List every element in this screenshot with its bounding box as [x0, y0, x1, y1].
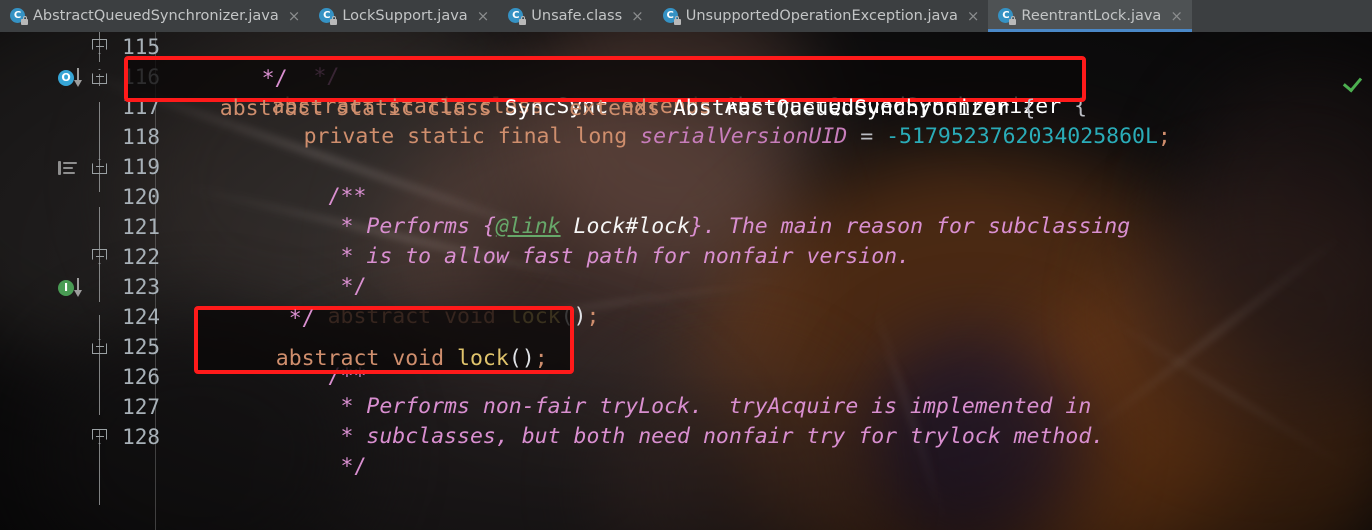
token-keyword-abstract: abstract [275, 346, 380, 371]
lock-icon [1009, 16, 1017, 25]
gutter-row-119[interactable]: 119 [0, 152, 160, 182]
java-class-icon: C [319, 8, 338, 25]
fold-start-marker[interactable] [92, 339, 107, 355]
token-javadoc-end: */ [327, 454, 367, 479]
tab-label: Unsafe.class [531, 8, 623, 24]
fold-end-marker[interactable] [92, 429, 107, 445]
token-keyword-abstract: abstract [219, 96, 324, 121]
close-icon[interactable]: × [1170, 8, 1183, 24]
token-keyword-static: static [323, 96, 414, 121]
token-javadoc-text: * is to allow fast path for nonfair vers… [327, 244, 911, 269]
lock-icon [519, 16, 527, 25]
tab-locksupport[interactable]: C LockSupport.java × [309, 0, 499, 32]
line-number: 126 [122, 365, 160, 389]
token-parentheses: () [508, 346, 535, 371]
implemented-down-icon[interactable]: O [56, 66, 96, 90]
line-number: 119 [122, 155, 160, 179]
token-keyword-private: private [303, 124, 395, 149]
down-arrow-icon [73, 68, 82, 87]
line-number: 123 [122, 275, 160, 299]
tab-label: AbstractQueuedSynchronizer.java [33, 8, 279, 24]
code-line-116-overlay[interactable]: abstract static class Sync extends Abstr… [168, 64, 1036, 121]
line-number: 125 [122, 335, 160, 359]
java-class-icon: C [10, 8, 28, 25]
tab-abstractqueuedsynchronizer[interactable]: C AbstractQueuedSynchronizer.java × [0, 0, 310, 32]
tab-reentrantlock[interactable]: C ReentrantLock.java × [988, 0, 1192, 32]
code-line-122-overlay[interactable]: */ [224, 274, 315, 331]
tab-label: UnsupportedOperationException.java [685, 8, 958, 24]
token-operator-assign: = [847, 124, 887, 149]
token-number-literal: -5179523762034025860L [886, 124, 1158, 149]
line-number: 128 [122, 425, 160, 449]
gutter-row-120[interactable]: 120 [0, 182, 160, 212]
fold-start-marker[interactable] [92, 69, 107, 85]
tab-unsupportedoperationexception[interactable]: C UnsupportedOperationException.java × [652, 0, 989, 32]
line-number: 118 [122, 125, 160, 149]
implemented-marker-badge: O [58, 70, 74, 86]
lock-icon [21, 16, 28, 25]
gutter-row-128[interactable]: 128 [0, 422, 160, 452]
code-line-115-overlay[interactable]: */ [184, 34, 288, 91]
java-class-icon: C [508, 8, 527, 25]
code-line-120[interactable]: * Performs {@link Lock#lock}. The main r… [224, 182, 1131, 239]
tab-label: ReentrantLock.java [1021, 8, 1162, 24]
close-icon[interactable]: × [631, 8, 644, 24]
token-superclass-name: AbstractQueuedSynchronizer [659, 96, 1010, 121]
java-class-icon: C [662, 8, 681, 25]
token-keyword-long: long [562, 124, 628, 149]
close-icon[interactable]: × [967, 8, 980, 24]
line-number: 127 [122, 395, 160, 419]
code-line-121[interactable]: * is to allow fast path for nonfair vers… [224, 212, 911, 269]
line-number: 121 [122, 215, 160, 239]
token-keyword-static: static [394, 124, 485, 149]
tab-unsafe[interactable]: C Unsafe.class × [498, 0, 653, 32]
javadoc-icon[interactable] [58, 161, 78, 175]
gutter-row-126[interactable]: 126 [0, 362, 160, 392]
close-icon[interactable]: × [288, 8, 301, 24]
line-number: 120 [122, 185, 160, 209]
lock-icon [673, 16, 681, 25]
code-line-127[interactable]: * subclasses, but both need nonfair try … [224, 392, 1105, 449]
gutter-row-121[interactable]: 121 [0, 212, 160, 242]
gutter-row-122[interactable]: 122 [0, 242, 160, 272]
token-keyword-class: class [413, 96, 492, 121]
fold-end-marker[interactable] [92, 249, 107, 265]
gutter-row-127[interactable]: 127 [0, 392, 160, 422]
gutter-row-123[interactable]: 123 I [0, 272, 160, 302]
token-brace-open: { [1009, 96, 1036, 121]
code-line-119[interactable]: /** [224, 152, 367, 209]
token-field-serialversionuid: serialVersionUID [627, 124, 848, 149]
line-number: 124 [122, 305, 160, 329]
tab-label: LockSupport.java [342, 8, 468, 24]
java-class-icon: C [998, 8, 1017, 25]
token-method-name-lock: lock [444, 346, 509, 371]
token-keyword-final: final [484, 124, 563, 149]
fold-end-marker[interactable] [92, 39, 107, 55]
token-keyword-void: void [379, 346, 445, 371]
down-arrow-icon [73, 278, 82, 297]
code-line-128[interactable]: */ [224, 422, 367, 479]
token-javadoc-text: * subclasses, but both need nonfair try … [327, 424, 1105, 449]
gutter-row-125[interactable]: 125 [0, 332, 160, 362]
ide-window: C AbstractQueuedSynchronizer.java × C Lo… [0, 0, 1372, 530]
implemented-down-icon[interactable]: I [56, 276, 96, 300]
token-semicolon: ; [534, 346, 548, 371]
fold-start-marker[interactable] [92, 159, 107, 175]
implemented-marker-badge: I [58, 280, 74, 296]
lock-icon [330, 16, 338, 25]
token-class-name: Sync [491, 96, 557, 121]
token-javadoc-end: */ [275, 306, 315, 331]
token-semicolon: ; [586, 304, 600, 329]
token-keyword-extends: extends [556, 96, 660, 121]
gutter-row-124[interactable]: 124 [0, 302, 160, 332]
inspection-status-check-icon[interactable] [1342, 72, 1364, 93]
token-comment-end: */ [235, 66, 288, 91]
editor-gutter[interactable]: 115 116 O 117 118 119 [0, 32, 160, 530]
line-number: 122 [122, 245, 160, 269]
gutter-row-118[interactable]: 118 [0, 122, 160, 152]
editor-tab-bar: C AbstractQueuedSynchronizer.java × C Lo… [0, 0, 1372, 32]
close-icon[interactable]: × [477, 8, 490, 24]
token-semicolon: ; [1157, 124, 1171, 149]
code-line-122[interactable]: */ [224, 242, 367, 299]
